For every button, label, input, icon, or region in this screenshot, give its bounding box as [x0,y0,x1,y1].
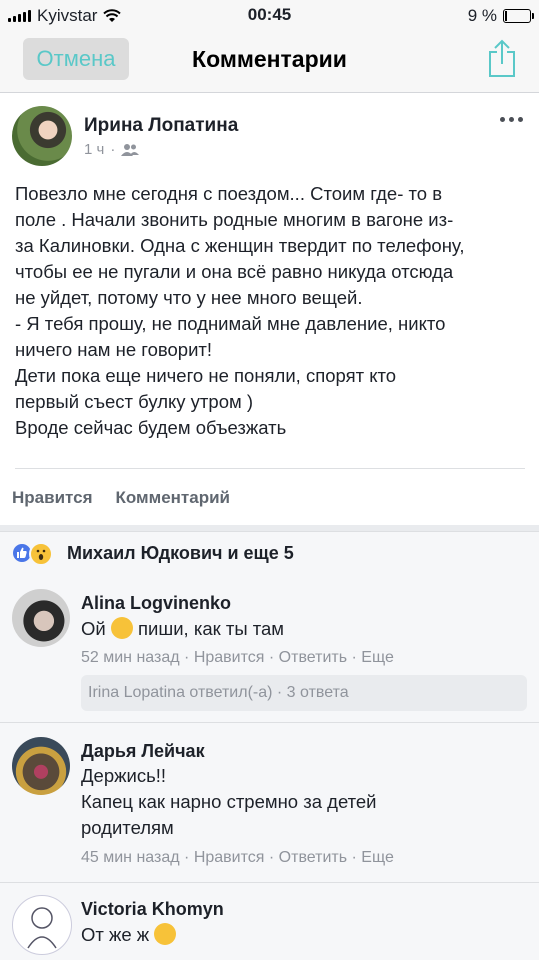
status-bar: Kyivstar 00:45 9 % [0,0,539,30]
reactions-row[interactable]: Михаил Юдкович и еще 5 [0,531,539,577]
battery-icon [503,9,534,23]
comment-more-button[interactable]: Еще [361,849,394,866]
page-title: Комментарии [192,46,347,72]
share-icon[interactable] [487,38,517,78]
scream-emoji-icon [154,923,177,945]
comment-text: Держись!! Капец как нарно стремно за дет… [81,765,377,838]
commenter-name[interactable]: Victoria Khomyn [81,899,224,920]
comment-more-button[interactable]: Еще [361,649,394,666]
commenter-avatar[interactable] [12,589,70,647]
nav-bar: Отмена Комментарии [0,30,539,93]
friends-icon [121,143,140,156]
like-button[interactable]: Нравится [12,488,93,508]
post-author[interactable]: Ирина Лопатина [84,115,238,137]
comment-item: Victoria Khomyn От же ж [0,883,539,960]
comment-item: Alina Logvinenko Ой пиши, как ты там 52 … [0,576,539,723]
grimace-emoji-icon [110,617,133,639]
clock: 00:45 [247,5,292,24]
comment-meta: 45 мин назад · Нравится · Ответить · Еще [81,849,394,866]
comment-like-button[interactable]: Нравится [194,849,265,866]
comment-time: 45 мин назад [81,849,180,866]
comment-meta: 52 мин назад · Нравится · Ответить · Еще [81,649,394,666]
comment-item: Дарья Лейчак Держись!! Капец как нарно с… [0,723,539,883]
replies-link[interactable]: Irina Lopatina ответил(-а) · 3 ответа [81,675,527,711]
post-meta: 1 ч · [84,141,140,158]
comment-reply-button[interactable]: Ответить [279,649,347,666]
comment-time: 52 мин назад [81,649,180,666]
comment-reply-button[interactable]: Ответить [279,849,347,866]
post-time[interactable]: 1 ч [84,141,104,158]
comment-text: Ой пиши, как ты там [81,617,285,639]
author-avatar[interactable] [12,106,72,166]
post-text: Повезло мне сегодня с поездом... Стоим г… [15,183,465,438]
comment-like-button[interactable]: Нравится [194,649,265,666]
commenter-name[interactable]: Alina Logvinenko [81,593,231,614]
comment-button[interactable]: Комментарий [116,488,230,508]
reactions-summary[interactable]: Михаил Юдкович и еще 5 [67,543,294,564]
commenter-avatar[interactable] [12,895,72,955]
commenter-name[interactable]: Дарья Лейчак [81,741,205,762]
wow-reaction-icon [29,542,53,566]
more-options-icon[interactable] [500,117,523,122]
post-actions: Нравится Комментарий [12,488,230,508]
battery-percent: 9 % [467,6,497,25]
comment-text: От же ж [81,922,177,948]
post-card: Ирина Лопатина 1 ч · Повезло мне сегодня… [0,93,539,525]
commenter-avatar[interactable] [12,737,70,795]
divider [15,468,525,469]
